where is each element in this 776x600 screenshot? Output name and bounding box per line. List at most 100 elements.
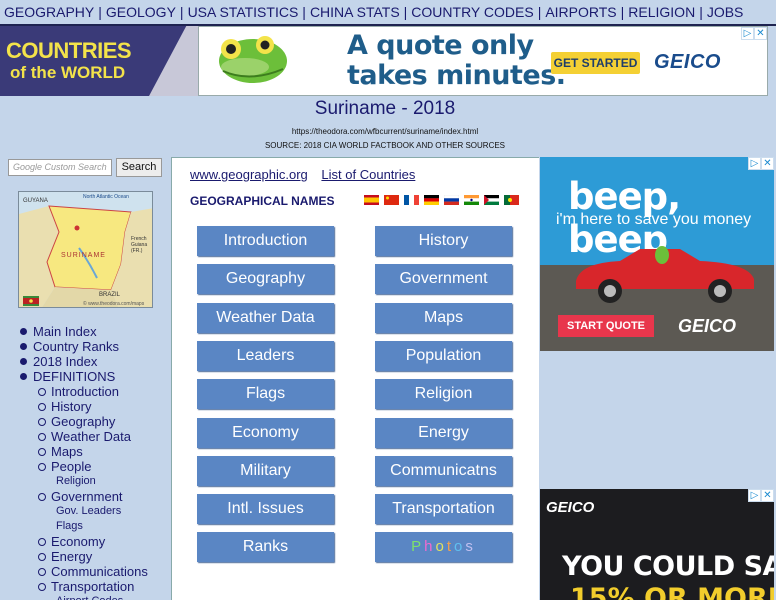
- search-input[interactable]: Google Custom Search: [8, 159, 112, 176]
- germany-flag-icon[interactable]: [424, 195, 439, 205]
- india-flag-icon[interactable]: [464, 195, 479, 205]
- nav-separator: |: [98, 4, 102, 20]
- site-logo[interactable]: COUNTRIES of the WORLD: [0, 26, 198, 96]
- photos-letter: s: [465, 538, 476, 556]
- topnav-link[interactable]: GEOLOGY: [106, 4, 176, 20]
- get-started-button[interactable]: GET STARTED: [551, 52, 640, 74]
- leftnav-item[interactable]: 2018 Index: [20, 354, 148, 369]
- photos-letter: o: [435, 538, 447, 556]
- leftnav-definition-item[interactable]: Energy: [38, 549, 148, 564]
- map-label-french-guiana: French Guiana (FR.): [131, 236, 148, 254]
- logo-line2: of the WORLD: [10, 63, 126, 82]
- ad-brand: GEICO: [654, 51, 721, 73]
- leftnav-definition-item[interactable]: Transportation: [38, 579, 148, 594]
- ad-headline-line1: A quote only: [347, 30, 534, 61]
- communicatns-button[interactable]: Communicatns: [375, 455, 512, 486]
- spain-flag-icon[interactable]: [364, 195, 379, 205]
- nav-separator: |: [699, 4, 703, 20]
- list-of-countries-link[interactable]: List of Countries: [321, 167, 415, 182]
- nav-separator: |: [403, 4, 408, 20]
- topnav-link[interactable]: CHINA STATS: [310, 4, 400, 20]
- religion-button[interactable]: Religion: [375, 379, 512, 410]
- economy-button[interactable]: Economy: [197, 417, 334, 448]
- leftnav-definition-item[interactable]: Gov. Leaders: [38, 504, 148, 519]
- right-ad-beep[interactable]: beep, beep i'm here to save you money ST…: [540, 157, 774, 351]
- top-banner-ad[interactable]: A quote only takes minutes. GET STARTED …: [198, 26, 768, 96]
- suriname-map[interactable]: GUYANA North Atlantic Ocean SURINAME Fre…: [18, 191, 153, 308]
- page-url[interactable]: https://theodora.com/wfbcurrent/suriname…: [0, 127, 770, 136]
- leftnav-definition-item[interactable]: Economy: [38, 534, 148, 549]
- right-ad-save[interactable]: GEICO YOU COULD SAVE 15% OR MORE ▷ ✕: [540, 489, 774, 600]
- main-links: www.geographic.org List of Countries: [190, 167, 425, 182]
- leftnav-definition-item[interactable]: Maps: [38, 444, 148, 459]
- ad-headline: A quote only takes minutes.: [347, 31, 566, 91]
- leftnav-definition-item[interactable]: Introduction: [38, 384, 148, 399]
- search-button[interactable]: Search: [116, 158, 162, 177]
- china-flag-icon[interactable]: [384, 195, 399, 205]
- leftnav-item[interactable]: Main Index: [20, 324, 148, 339]
- close-ad-icon[interactable]: ✕: [761, 157, 774, 170]
- leftnav-definition-item[interactable]: Geography: [38, 414, 148, 429]
- topnav-link[interactable]: RELIGION: [628, 4, 695, 20]
- portugal-flag-icon[interactable]: [504, 195, 519, 205]
- leftnav-definition-item[interactable]: Weather Data: [38, 429, 148, 444]
- geography-button[interactable]: Geography: [197, 264, 334, 295]
- geographical-names-link[interactable]: GEOGRAPHICAL NAMES: [190, 194, 334, 208]
- search-placeholder: Custom Search: [44, 162, 107, 172]
- flags-button[interactable]: Flags: [197, 379, 334, 410]
- photos-button[interactable]: Photos: [375, 532, 512, 563]
- france-flag-icon[interactable]: [404, 195, 419, 205]
- leftnav-item[interactable]: DEFINITIONS: [20, 369, 148, 384]
- topnav-link[interactable]: GEOGRAPHY: [4, 4, 94, 20]
- maps-button[interactable]: Maps: [375, 302, 512, 333]
- top-navigation: GEOGRAPHY | GEOLOGY | USA STATISTICS | CHINA S…: [0, 0, 776, 24]
- map-label-country: SURINAME: [61, 252, 106, 259]
- leftnav-definition-item[interactable]: Religion: [38, 474, 148, 489]
- page-source: SOURCE: 2018 CIA WORLD FACTBOOK AND OTHE…: [264, 141, 506, 150]
- topnav-link[interactable]: AIRPORTS: [545, 4, 616, 20]
- logo-line1: COUNTRIES: [6, 38, 132, 63]
- topnav-link[interactable]: JOBS: [707, 4, 744, 20]
- military-button[interactable]: Military: [197, 455, 334, 486]
- transportation-button[interactable]: Transportation: [375, 494, 512, 525]
- leftnav-definition-item[interactable]: Airport Codes: [38, 594, 148, 600]
- leftnav-definition-item[interactable]: Government: [38, 489, 148, 504]
- left-navigation: Main Index Country Ranks 2018 Index DEFINIT…: [20, 324, 148, 600]
- history-button[interactable]: History: [375, 226, 512, 256]
- main-panel: www.geographic.org List of Countries GEO…: [171, 157, 539, 600]
- weather-data-button[interactable]: Weather Data: [197, 302, 334, 333]
- ad-right1-brand: GEICO: [678, 316, 737, 336]
- gecko-icon: [219, 36, 287, 83]
- geographic-org-link[interactable]: www.geographic.org: [190, 167, 308, 182]
- leftnav-definition-item[interactable]: History: [38, 399, 148, 414]
- ad-headline-line2: takes minutes.: [347, 60, 566, 91]
- start-quote-button[interactable]: START QUOTE: [558, 315, 654, 337]
- leaders-button[interactable]: Leaders: [197, 340, 334, 371]
- topnav-link[interactable]: COUNTRY CODES: [411, 4, 533, 20]
- leftnav-item[interactable]: Country Ranks: [20, 339, 148, 354]
- red-car-icon: [576, 246, 754, 303]
- leftnav-definitions-list: Introduction History Geography Weather Data…: [38, 384, 148, 600]
- arabic-flag-icon[interactable]: [484, 195, 499, 205]
- energy-button[interactable]: Energy: [375, 417, 512, 448]
- close-ad-icon[interactable]: ✕: [754, 27, 767, 40]
- close-ad-icon[interactable]: ✕: [761, 489, 774, 502]
- leftnav-definition-item[interactable]: People: [38, 459, 148, 474]
- russia-flag-icon[interactable]: [444, 195, 459, 205]
- leftnav-top-list: Main Index Country Ranks 2018 Index DEFINIT…: [20, 324, 148, 384]
- ranks-button[interactable]: Ranks: [197, 532, 334, 563]
- ad-right1-subline: i'm here to save you money: [556, 211, 752, 228]
- leftnav-definition-item[interactable]: Flags: [38, 519, 148, 534]
- photos-letter: P: [411, 538, 425, 556]
- intl-issues-button[interactable]: Intl. Issues: [197, 494, 334, 525]
- population-button[interactable]: Population: [375, 340, 512, 371]
- adchoices-icon[interactable]: ▷: [748, 489, 761, 502]
- introduction-button[interactable]: Introduction: [197, 226, 334, 256]
- government-button[interactable]: Government: [375, 264, 512, 295]
- adchoices-icon[interactable]: ▷: [748, 157, 761, 170]
- topnav-link[interactable]: USA STATISTICS: [188, 4, 299, 20]
- adchoices-icon[interactable]: ▷: [741, 27, 754, 40]
- map-credit: © www.theodora.com/maps: [83, 301, 145, 307]
- nav-separator: |: [179, 4, 184, 20]
- leftnav-definition-item[interactable]: Communications: [38, 564, 148, 579]
